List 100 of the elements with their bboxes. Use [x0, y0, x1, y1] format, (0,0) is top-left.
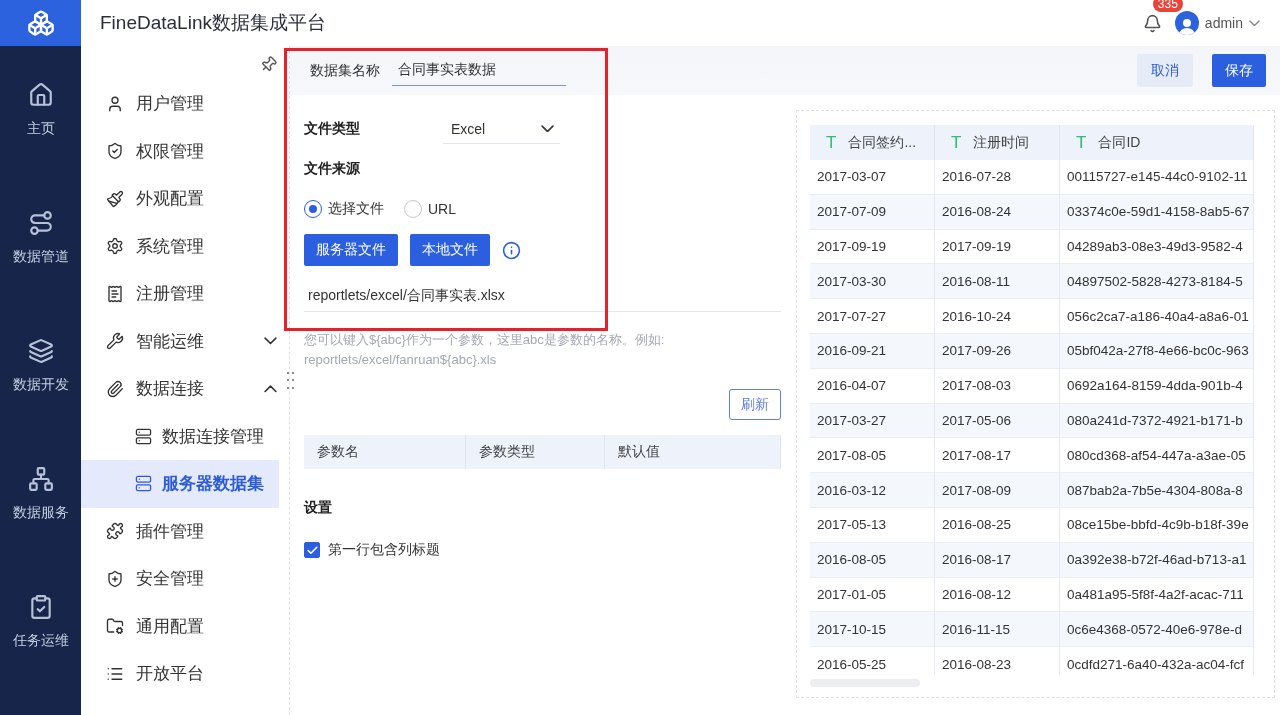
- table-cell: 2016-04-07: [810, 368, 935, 404]
- checkbox-icon[interactable]: [304, 542, 320, 558]
- table-cell: 2016-08-25: [935, 507, 1060, 543]
- refresh-button[interactable]: 刷新: [729, 389, 781, 420]
- cancel-button[interactable]: 取消: [1137, 54, 1193, 87]
- sidebar-item[interactable]: 外观配置: [81, 175, 289, 223]
- file-type-select[interactable]: Excel: [443, 114, 560, 144]
- paperclip-icon: [106, 379, 124, 398]
- file-button[interactable]: 服务器文件: [304, 234, 398, 266]
- table-cell: 2017-01-05: [810, 577, 935, 613]
- table-cell: 0a392e38-b72f-46ad-b713-a1: [1060, 542, 1254, 578]
- column-title: 合同ID: [1098, 133, 1141, 152]
- table-cell: 0692a164-8159-4dda-901b-4: [1060, 368, 1254, 404]
- rail-item[interactable]: 数据管道: [0, 174, 81, 302]
- radio-option[interactable]: URL: [404, 200, 456, 218]
- column-title: 合同签约...: [848, 133, 917, 152]
- table-cell: 2016-08-17: [935, 542, 1060, 578]
- sidebar-item[interactable]: 权限管理: [81, 127, 289, 175]
- table-cell: 2016-08-05: [810, 542, 935, 578]
- shield-icon: [106, 142, 124, 161]
- sidebar-item[interactable]: 开放平台: [81, 650, 289, 698]
- sidebar-item[interactable]: 系统管理: [81, 222, 289, 270]
- table-cell: 0a481a95-5f8f-4a2f-acac-711: [1060, 577, 1254, 613]
- dataset-name-field[interactable]: 合同事实表数据: [392, 55, 566, 86]
- table-cell: 2017-09-26: [935, 334, 1060, 369]
- form-icon: [106, 284, 124, 303]
- wrench-icon: [106, 332, 124, 351]
- rail-item[interactable]: 任务运维: [0, 558, 81, 686]
- rail-item[interactable]: 数据开发: [0, 302, 81, 430]
- table-cell: 2016-11-15: [935, 612, 1060, 648]
- sidebar-subitem[interactable]: 服务器数据集: [81, 460, 279, 508]
- header-checkbox[interactable]: 第一行包含列标题: [304, 541, 781, 559]
- caret-icon[interactable]: [1249, 19, 1260, 27]
- info-icon[interactable]: [502, 240, 521, 260]
- table-cell: 2017-03-07: [810, 160, 935, 195]
- chevron-down-icon: [541, 124, 554, 133]
- table-cell: 087bab2a-7b5e-4304-808a-8: [1060, 473, 1254, 508]
- table-cell: 2017-03-30: [810, 264, 935, 300]
- type-mark: T: [951, 132, 962, 153]
- table-cell: 080cd368-af54-447a-a3ae-05: [1060, 438, 1254, 474]
- chevron-down-icon[interactable]: [264, 337, 277, 345]
- chevron-up-icon[interactable]: [264, 385, 277, 393]
- file-button[interactable]: 本地文件: [410, 234, 490, 266]
- table-cell: 056c2ca7-a186-40a4-a8a6-01: [1060, 299, 1254, 334]
- table-cell: 04289ab3-08e3-49d3-9582-4: [1060, 229, 1254, 265]
- user-name[interactable]: admin: [1204, 15, 1243, 31]
- table-cell: 2016-09-21: [810, 334, 935, 369]
- column-header: 默认值: [605, 435, 781, 469]
- sidebar-item[interactable]: 数据连接: [81, 365, 289, 413]
- cube-logo-icon: [26, 9, 55, 37]
- table-cell: 00115727-e145-44c0-9102-11: [1060, 160, 1254, 195]
- avatar[interactable]: [1174, 11, 1199, 35]
- route-icon: [27, 210, 54, 236]
- column-header: 参数名: [304, 435, 466, 469]
- table-cell: 2017-09-19: [810, 229, 935, 265]
- sidebar-item[interactable]: 安全管理: [81, 555, 289, 603]
- rail-item[interactable]: 主页: [0, 46, 81, 174]
- table-cell: 080a241d-7372-4921-b171-b: [1060, 403, 1254, 439]
- user-icon: [106, 94, 124, 113]
- table-cell: 2017-08-09: [935, 473, 1060, 508]
- notification-count: 335: [1152, 0, 1183, 12]
- table-cell: 2017-10-15: [810, 612, 935, 648]
- type-mark: T: [1076, 132, 1087, 153]
- table-cell: 2017-07-27: [810, 299, 935, 334]
- layers-icon: [27, 338, 54, 364]
- table-cell: 2017-05-13: [810, 507, 935, 543]
- table-cell: 2016-03-12: [810, 473, 935, 508]
- server-icon: [135, 475, 152, 493]
- radio-option[interactable]: 选择文件: [304, 200, 384, 218]
- table-cell: 2016-08-12: [935, 577, 1060, 613]
- bell-icon[interactable]: [1142, 13, 1162, 33]
- table-cell: 2016-08-24: [935, 194, 1060, 230]
- shield-plus-icon: [106, 569, 124, 588]
- sidebar-item[interactable]: 注册管理: [81, 270, 289, 318]
- settings-title: 设置: [304, 499, 332, 517]
- sidebar-item[interactable]: 插件管理: [81, 507, 289, 555]
- sidebar-item[interactable]: 智能运维: [81, 317, 289, 365]
- table-cell: 05bf042a-27f8-4e66-bc0c-963: [1060, 334, 1254, 369]
- sidebar-item[interactable]: 用户管理: [81, 80, 289, 128]
- sidebar-subitem[interactable]: 数据连接管理: [81, 412, 289, 460]
- file-path-field[interactable]: reportlets/excel/合同事实表.xlsx: [304, 280, 781, 312]
- rail-item[interactable]: 数据服务: [0, 430, 81, 558]
- network-icon: [27, 466, 54, 492]
- app-title: FineDataLink数据集成平台: [100, 11, 327, 35]
- home-icon: [27, 82, 54, 108]
- dataset-name-label: 数据集名称: [310, 61, 380, 80]
- save-button[interactable]: 保存: [1212, 54, 1266, 87]
- type-mark: T: [826, 132, 837, 153]
- sidebar-item[interactable]: 通用配置: [81, 602, 289, 650]
- table-cell: 2016-08-11: [935, 264, 1060, 300]
- column-header: 参数类型: [466, 435, 605, 469]
- table-cell: 04897502-5828-4273-8184-5: [1060, 264, 1254, 300]
- table-cell: 2016-10-24: [935, 299, 1060, 334]
- table-cell: 2017-08-05: [810, 438, 935, 474]
- table-cell: 2017-08-03: [935, 368, 1060, 404]
- table-cell: 2017-08-17: [935, 438, 1060, 474]
- column-title: 注册时间: [973, 133, 1030, 152]
- file-source-label: 文件来源: [304, 160, 360, 178]
- table-cell: 2017-03-27: [810, 403, 935, 439]
- settings-icon: [106, 237, 124, 256]
